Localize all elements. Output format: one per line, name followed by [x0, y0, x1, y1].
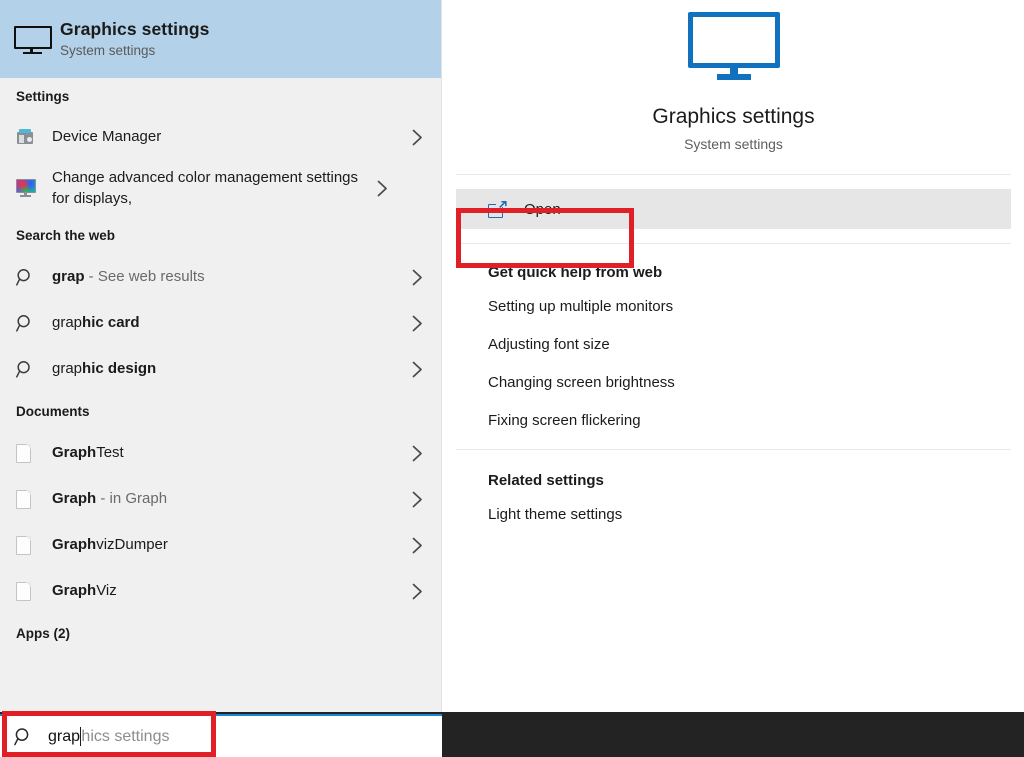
web-result-query: grap — [52, 314, 83, 331]
web-result-query: grap — [52, 268, 85, 285]
preview-title: Graphics settings — [652, 105, 815, 128]
search-typed-text: grap — [48, 727, 81, 745]
document-icon — [16, 443, 52, 463]
group-header-search-the-web: Search the web — [16, 227, 116, 243]
related-settings-title: Related settings — [488, 472, 604, 489]
document-item[interactable]: GraphTest — [0, 430, 441, 476]
related-settings-section: Related settings Light theme settings — [456, 450, 1011, 525]
chevron-right-icon[interactable] — [405, 129, 429, 146]
document-item[interactable]: GraphViz — [0, 568, 441, 614]
result-item-color-management[interactable]: Change advanced color management setting… — [0, 160, 441, 216]
document-icon — [16, 489, 52, 509]
preview-panel: Graphics settings System settings Open G… — [443, 0, 1024, 712]
quick-help-title: Get quick help from web — [488, 264, 663, 281]
color-management-icon — [16, 179, 52, 197]
web-result-item[interactable]: graphic design — [0, 346, 441, 392]
chevron-right-icon[interactable] — [405, 315, 429, 332]
device-manager-icon — [16, 128, 52, 146]
open-external-icon — [488, 200, 508, 218]
web-result-hint: - See web results — [84, 268, 205, 285]
screen: Graphics settings System settings Settin… — [0, 0, 1024, 757]
top-result-subtitle: System settings — [60, 42, 156, 58]
group-header-settings: Settings — [16, 88, 70, 104]
document-label: GraphTest — [52, 443, 405, 463]
web-result-completion: hic card — [82, 314, 140, 331]
group-header-apps: Apps (2) — [16, 625, 70, 641]
document-icon — [16, 581, 52, 601]
web-result-label: graphic card — [52, 313, 405, 333]
chevron-right-icon[interactable] — [405, 269, 429, 286]
web-result-completion: hic design — [82, 360, 157, 377]
search-results-panel: Graphics settings System settings Settin… — [0, 0, 442, 712]
preview-header: Graphics settings System settings — [456, 0, 1011, 175]
quick-help-section: Get quick help from web Setting up multi… — [456, 244, 1011, 450]
chevron-right-icon[interactable] — [405, 583, 429, 600]
web-result-item[interactable]: grap - See web results — [0, 254, 441, 300]
web-result-query: grap — [52, 360, 83, 377]
help-link[interactable]: Fixing screen flickering — [488, 411, 1011, 431]
document-label: Graph - in Graph — [52, 489, 405, 509]
help-link[interactable]: Setting up multiple monitors — [488, 297, 1011, 317]
document-location: - in Graph — [96, 490, 168, 507]
result-label: Change advanced color management setting… — [52, 169, 359, 207]
chevron-right-icon[interactable] — [405, 445, 429, 462]
web-result-item[interactable]: graphic card — [0, 300, 441, 346]
result-item-device-manager[interactable]: Device Manager — [0, 114, 441, 160]
search-suggestion-text: hics settings — [81, 727, 170, 745]
search-icon — [16, 360, 52, 379]
document-item[interactable]: Graph - in Graph — [0, 476, 441, 522]
document-label: GraphvizDumper — [52, 535, 405, 555]
search-input-text: grap hics settings — [48, 727, 169, 746]
chevron-right-icon[interactable] — [370, 180, 394, 197]
search-input[interactable]: grap hics settings — [0, 714, 442, 757]
chevron-right-icon[interactable] — [405, 491, 429, 508]
monitor-icon — [14, 25, 60, 54]
open-button-label: Open — [524, 200, 561, 218]
result-label: Device Manager — [52, 128, 162, 145]
top-result-item[interactable]: Graphics settings System settings — [0, 0, 441, 78]
search-icon — [14, 727, 48, 747]
monitor-icon — [687, 12, 780, 80]
document-label: GraphViz — [52, 581, 405, 601]
preview-subtitle: System settings — [684, 136, 783, 152]
chevron-right-icon[interactable] — [405, 361, 429, 378]
help-link[interactable]: Changing screen brightness — [488, 373, 1011, 393]
document-name-match: Graph — [52, 582, 97, 599]
web-result-label: grap - See web results — [52, 267, 405, 287]
open-button[interactable]: Open — [456, 189, 1011, 229]
document-name-rest: vizDumper — [96, 536, 168, 553]
group-header-documents: Documents — [16, 403, 90, 419]
document-item[interactable]: GraphvizDumper — [0, 522, 441, 568]
web-result-label: graphic design — [52, 359, 405, 379]
search-icon — [16, 314, 52, 333]
document-name-match: Graph — [52, 490, 97, 507]
help-link[interactable]: Adjusting font size — [488, 335, 1011, 355]
document-icon — [16, 535, 52, 555]
document-name-rest: Viz — [96, 582, 117, 599]
document-name-rest: Test — [96, 444, 124, 461]
chevron-right-icon[interactable] — [405, 537, 429, 554]
document-name-match: Graph — [52, 444, 97, 461]
top-result-title: Graphics settings — [60, 18, 210, 39]
related-settings-link[interactable]: Light theme settings — [488, 505, 1011, 525]
search-icon — [16, 268, 52, 287]
document-name-match: Graph — [52, 536, 97, 553]
open-section: Open — [456, 175, 1011, 244]
